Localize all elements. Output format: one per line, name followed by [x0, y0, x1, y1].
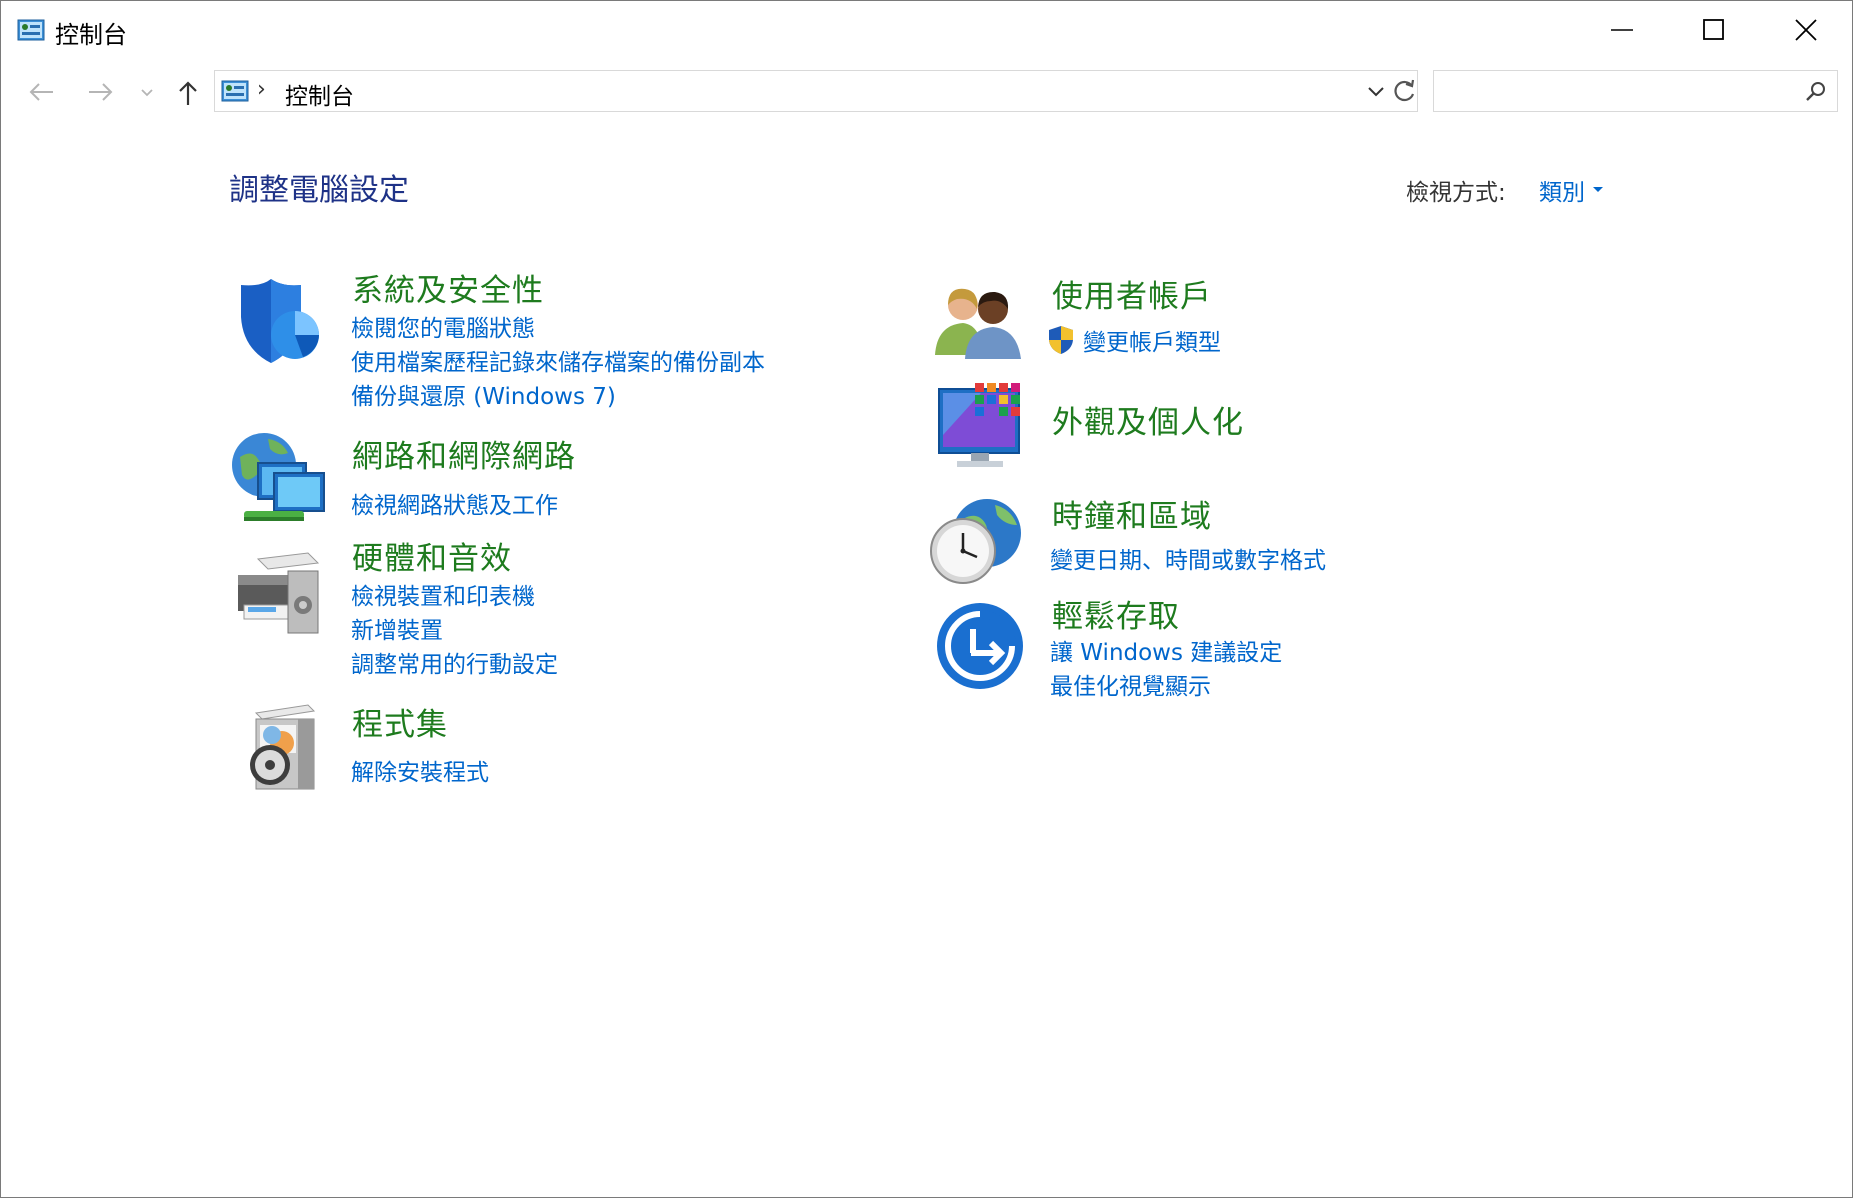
refresh-icon: [1394, 79, 1415, 102]
link-uninstall-program[interactable]: 解除安裝程式: [351, 753, 489, 787]
category-appearance-personalization[interactable]: 外觀及個人化: [1052, 397, 1244, 442]
uac-shield-icon: [1049, 326, 1073, 354]
link-let-windows-suggest-settings[interactable]: 讓 Windows 建議設定: [1050, 633, 1282, 667]
link-change-date-time-format[interactable]: 變更日期、時間或數字格式: [1050, 541, 1326, 575]
maximize-icon: [1703, 19, 1724, 40]
link-view-devices-printers[interactable]: 檢視裝置和印表機: [351, 577, 535, 611]
maximize-button[interactable]: [1668, 1, 1760, 59]
title-bar: 控制台: [1, 1, 1852, 59]
category-system-security[interactable]: 系統及安全性: [352, 265, 544, 310]
view-by-label: 檢視方式:: [1406, 180, 1506, 206]
control-panel-icon: [17, 19, 45, 41]
breadcrumb-item[interactable]: 控制台: [285, 77, 354, 111]
arrow-right-icon: [89, 83, 113, 101]
category-programs[interactable]: 程式集: [352, 699, 448, 744]
arrow-up-icon: [179, 81, 197, 105]
hardware-printer-icon[interactable]: [230, 549, 326, 639]
user-accounts-icon[interactable]: [935, 283, 1025, 359]
up-button[interactable]: [173, 75, 207, 109]
control-panel-window: 控制台 › 控制台 調整電腦設定 檢視方式: 類別 系統及安全性 檢閱您的電腦狀…: [0, 0, 1853, 1198]
system-security-shield-icon[interactable]: [233, 277, 325, 369]
minimize-icon: [1611, 29, 1633, 31]
chevron-down-icon: [1368, 87, 1384, 97]
refresh-button[interactable]: [1390, 72, 1420, 110]
link-add-device[interactable]: 新增裝置: [351, 611, 443, 645]
link-review-computer-status[interactable]: 檢閱您的電腦狀態: [351, 309, 535, 343]
close-icon: [1795, 19, 1817, 41]
network-globe-monitors-icon[interactable]: [230, 431, 330, 527]
category-clock-region[interactable]: 時鐘和區域: [1052, 491, 1212, 536]
page-title: 調整電腦設定: [229, 173, 409, 208]
link-backup-restore[interactable]: 備份與還原 (Windows 7): [351, 377, 616, 411]
search-icon[interactable]: [1804, 80, 1828, 104]
address-bar[interactable]: › 控制台: [214, 70, 1418, 112]
appearance-personalization-icon[interactable]: [937, 381, 1029, 473]
minimize-button[interactable]: [1576, 1, 1668, 59]
search-input[interactable]: [1442, 77, 1786, 107]
search-box[interactable]: [1433, 70, 1838, 112]
recent-locations-button[interactable]: [137, 75, 171, 109]
view-by-dropdown[interactable]: 類別: [1539, 173, 1585, 207]
control-panel-icon: [221, 80, 249, 102]
navigation-bar: › 控制台: [1, 67, 1852, 117]
link-optimize-visual-display[interactable]: 最佳化視覺顯示: [1050, 667, 1211, 701]
category-ease-of-access[interactable]: 輕鬆存取: [1052, 591, 1180, 636]
dropdown-caret-icon[interactable]: [1593, 187, 1603, 192]
link-view-network-status[interactable]: 檢視網路狀態及工作: [351, 486, 558, 520]
clock-region-icon[interactable]: [929, 495, 1025, 585]
category-user-accounts[interactable]: 使用者帳戶: [1052, 271, 1212, 316]
link-change-account-type[interactable]: 變更帳戶類型: [1083, 323, 1221, 357]
programs-box-disc-icon[interactable]: [242, 703, 318, 793]
ease-of-access-icon[interactable]: [935, 601, 1025, 691]
category-network-internet[interactable]: 網路和網際網路: [352, 431, 576, 476]
category-hardware-sound[interactable]: 硬體和音效: [352, 533, 512, 578]
link-file-history-backup[interactable]: 使用檔案歷程記錄來儲存檔案的備份副本: [351, 343, 765, 377]
forward-button[interactable]: [83, 75, 117, 109]
close-button[interactable]: [1760, 1, 1852, 59]
window-title: 控制台: [55, 21, 127, 49]
arrow-left-icon: [29, 83, 53, 101]
address-dropdown-button[interactable]: [1363, 77, 1389, 105]
back-button[interactable]: [25, 75, 59, 109]
link-mobility-settings[interactable]: 調整常用的行動設定: [351, 645, 558, 679]
breadcrumb-separator-icon[interactable]: ›: [257, 77, 266, 102]
chevron-down-icon: [141, 89, 153, 97]
